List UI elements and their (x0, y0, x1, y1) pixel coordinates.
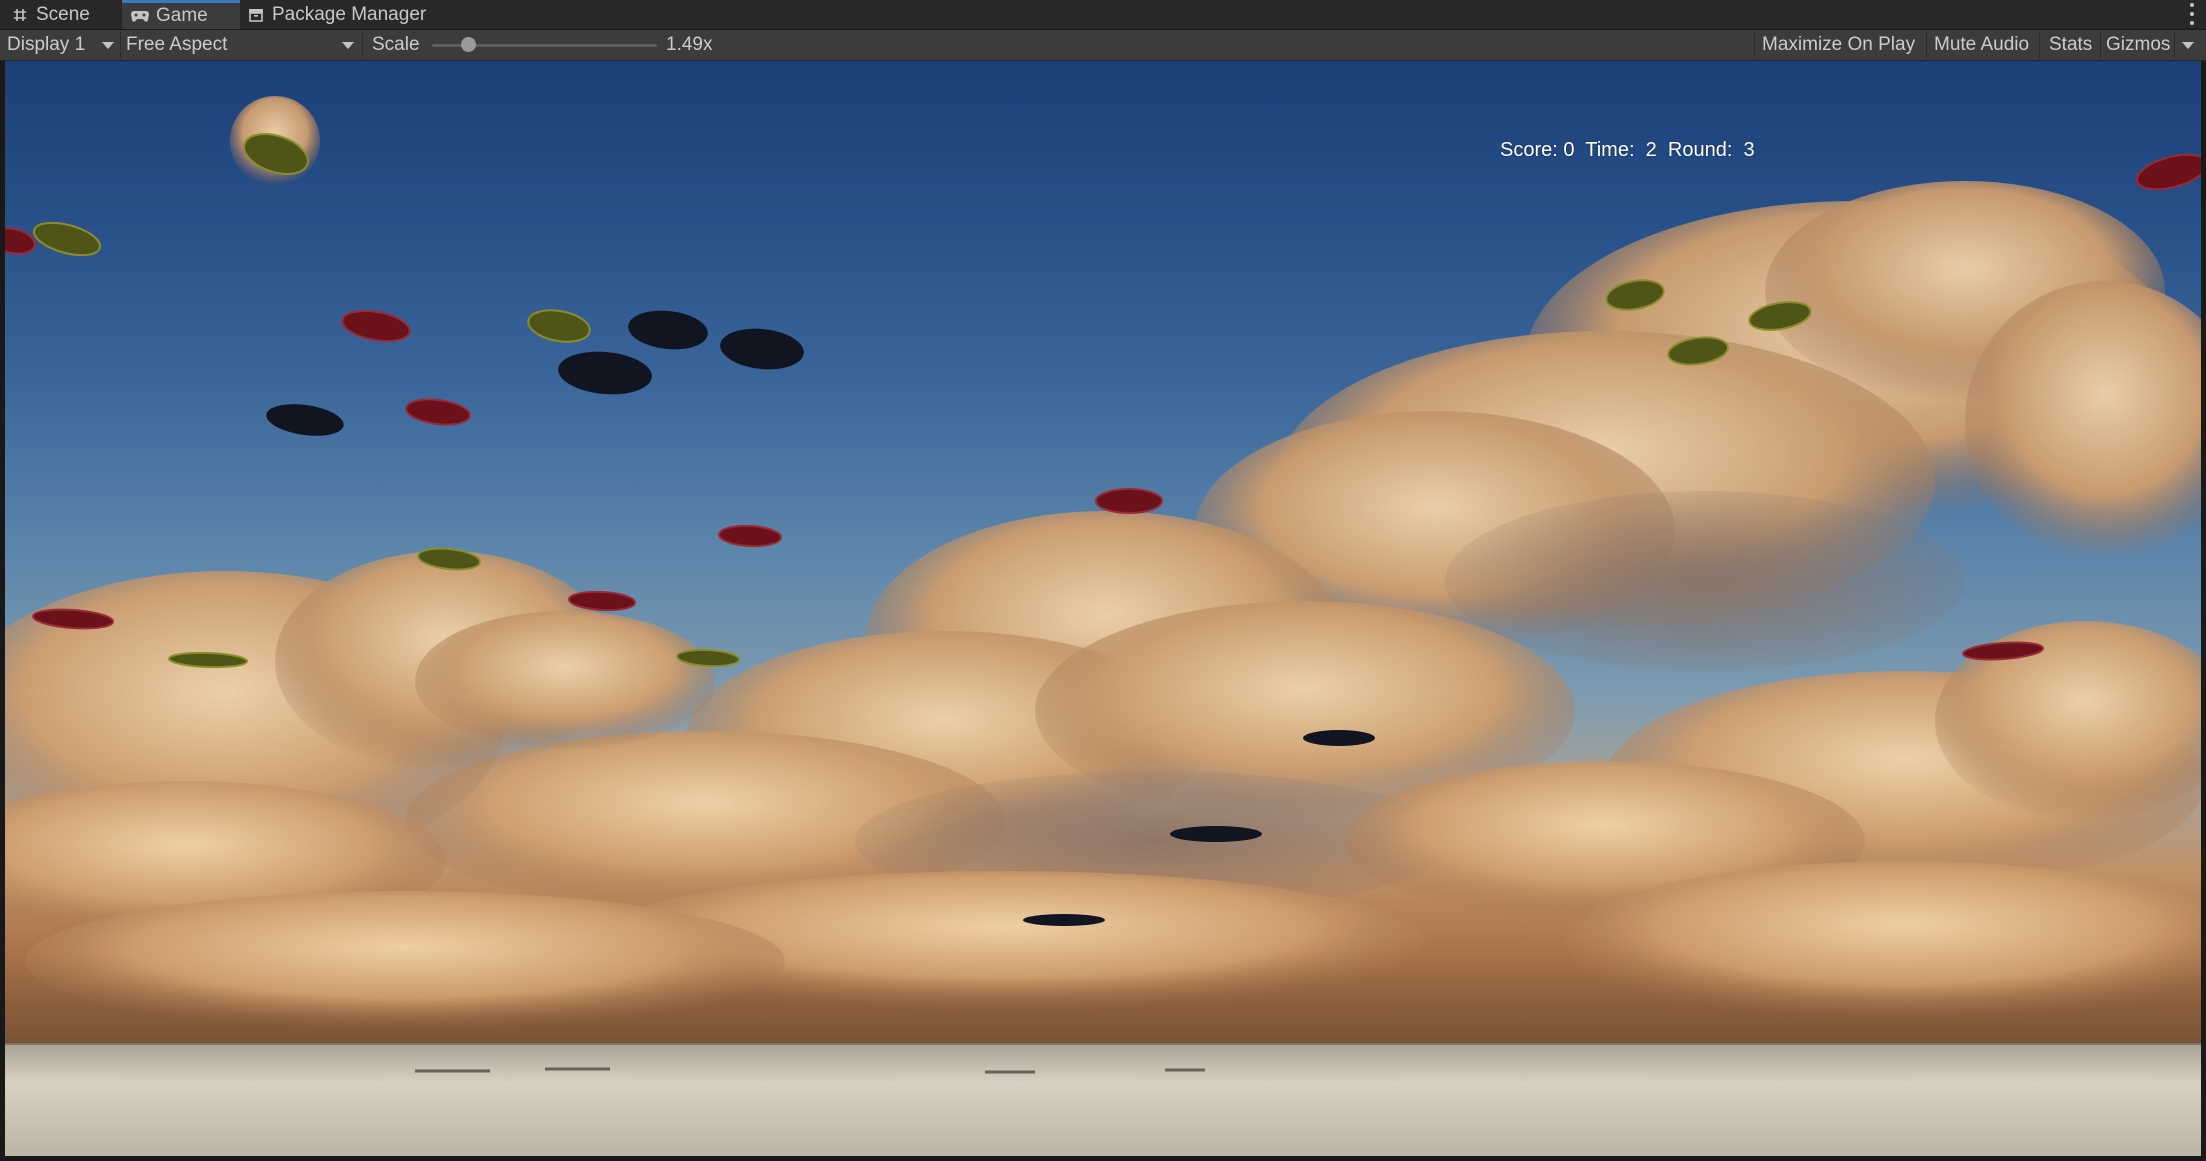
tab-label: Scene (36, 3, 90, 25)
mute-audio-toggle[interactable]: Mute Audio (1934, 30, 2030, 60)
frame-border (0, 1156, 2206, 1161)
game-scene-render (5, 96, 2201, 1156)
score-time-round-hud: Score: 0 Time: 2 Round: 3 (1500, 139, 1755, 162)
round-value: 3 (1743, 139, 1755, 161)
gamepad-icon (130, 6, 150, 26)
score-value: 0 (1563, 139, 1575, 161)
more-options-icon[interactable] (2188, 3, 2196, 25)
hash-grid-icon (10, 5, 30, 25)
tab-label: Game (156, 5, 208, 26)
disc-black (1303, 730, 1375, 746)
score-label: Score: (1500, 139, 1558, 161)
divider (1754, 32, 1755, 58)
display-label: Display 1 (7, 34, 86, 55)
package-icon (246, 5, 266, 25)
aspect-dropdown[interactable]: Free Aspect (126, 30, 356, 60)
time-label: Time: (1585, 139, 1635, 161)
disc-black (720, 328, 804, 370)
tab-game[interactable]: Game (122, 0, 240, 29)
disc-black (628, 310, 708, 350)
tab-label: Package Manager (272, 3, 427, 25)
disc-black (1170, 826, 1262, 842)
game-view-toolbar: Display 1 Free Aspect Scale 1.49x Maximi… (0, 30, 2206, 61)
aspect-label: Free Aspect (126, 34, 228, 55)
disc-red (1095, 488, 1163, 514)
disc-red (5, 227, 36, 255)
scale-label: Scale (372, 34, 420, 55)
disc-black (558, 351, 652, 395)
disc-olive (32, 221, 102, 257)
chevron-down-icon (2182, 41, 2194, 49)
round-label: Round: (1667, 139, 1733, 161)
stats-toggle[interactable]: Stats (2049, 30, 2093, 60)
chevron-down-icon (342, 42, 354, 49)
tab-package-manager[interactable]: Package Manager (246, 0, 426, 29)
time-value: 2 (1645, 139, 1657, 161)
divider (2174, 32, 2175, 58)
maximize-on-play-toggle[interactable]: Maximize On Play (1762, 30, 1916, 60)
disc-black (266, 404, 344, 436)
divider (1926, 32, 1927, 58)
tab-scene[interactable]: Scene (10, 0, 90, 29)
disc-black (1023, 914, 1105, 926)
game-viewport[interactable]: Score: 0 Time: 2 Round: 3 (5, 61, 2201, 1156)
disc-red (405, 398, 471, 426)
disc-red (2136, 153, 2201, 191)
frame-border (2201, 61, 2206, 1161)
disc-red (341, 310, 411, 342)
gizmos-dropdown[interactable] (2182, 30, 2194, 60)
disc-red (718, 524, 782, 548)
divider (362, 32, 363, 58)
display-dropdown[interactable]: Display 1 (7, 30, 117, 60)
gizmos-toggle[interactable]: Gizmos (2106, 30, 2171, 60)
divider (2100, 32, 2101, 58)
divider (2039, 32, 2040, 58)
editor-tab-bar: Scene Game Package Manager (0, 0, 2206, 30)
disc-olive (527, 309, 591, 343)
scale-slider-handle[interactable] (460, 37, 476, 52)
scale-value: 1.49x (666, 34, 713, 55)
chevron-down-icon (102, 42, 114, 49)
divider (120, 32, 121, 58)
